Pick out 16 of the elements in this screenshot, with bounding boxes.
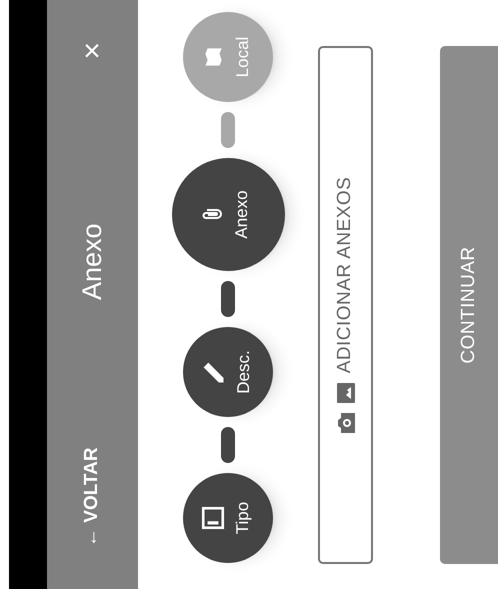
continue-button[interactable]: CONTINUAR bbox=[440, 46, 498, 564]
back-button[interactable]: ← VOLTAR bbox=[78, 415, 107, 547]
step-connector bbox=[221, 281, 235, 317]
step-label: Tipo bbox=[232, 502, 254, 534]
close-button[interactable]: × bbox=[78, 42, 108, 60]
step-connector bbox=[221, 427, 235, 463]
page-title: Anexo bbox=[76, 223, 108, 300]
add-attachments-button[interactable]: ADICIONAR ANEXOS bbox=[318, 46, 373, 564]
camera-icon bbox=[336, 413, 354, 434]
step-label: Desc. bbox=[233, 350, 254, 394]
window-icon bbox=[200, 505, 226, 531]
image-icon bbox=[336, 383, 354, 404]
button-label: ADICIONAR ANEXOS bbox=[333, 176, 356, 374]
step-connector bbox=[221, 112, 235, 148]
step-label: Local bbox=[232, 36, 254, 78]
step-label: Anexo bbox=[231, 190, 252, 239]
